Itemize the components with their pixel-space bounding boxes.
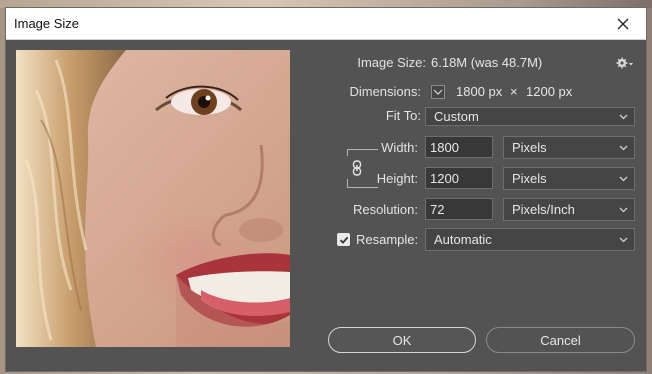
chevron-down-icon xyxy=(619,114,628,120)
resample-method-select[interactable]: Automatic xyxy=(425,228,635,251)
dimensions-height: 1200 px xyxy=(526,84,573,99)
chevron-down-icon xyxy=(619,237,628,243)
resample-method-value: Automatic xyxy=(434,232,492,247)
fit-to-value: Custom xyxy=(434,109,479,124)
close-icon xyxy=(617,18,629,29)
checkmark-icon xyxy=(339,236,348,244)
dimensions-toggle[interactable] xyxy=(431,85,445,99)
ok-button[interactable]: OK xyxy=(328,327,476,353)
height-input[interactable]: 1200 xyxy=(425,167,493,189)
dimensions-times: × xyxy=(510,84,518,99)
gear-icon[interactable] xyxy=(616,56,634,70)
close-button[interactable] xyxy=(600,8,646,39)
chevron-down-icon xyxy=(619,145,628,151)
fit-to-label: Fit To: xyxy=(385,108,421,123)
resample-label: Resample: xyxy=(356,232,419,247)
dimensions-label: Dimensions: xyxy=(349,84,421,99)
image-size-label: Image Size: xyxy=(357,55,426,70)
background-photo-strip xyxy=(0,0,652,8)
width-unit-select[interactable]: Pixels xyxy=(503,136,635,159)
fit-to-select[interactable]: Custom xyxy=(425,107,635,126)
height-label: Height: xyxy=(376,171,418,186)
chevron-down-icon xyxy=(619,207,628,213)
image-size-dialog: Image Size Image Size: 6.18M (was 48.7M)… xyxy=(6,8,646,371)
resolution-input[interactable]: 72 xyxy=(425,198,493,220)
resolution-unit-value: Pixels/Inch xyxy=(512,202,575,217)
resolution-label: Resolution: xyxy=(352,202,418,217)
image-preview[interactable] xyxy=(16,50,290,347)
image-size-value: 6.18M (was 48.7M) xyxy=(431,55,543,70)
window-title: Image Size xyxy=(14,16,80,31)
height-unit-select[interactable]: Pixels xyxy=(503,167,635,190)
resolution-unit-select[interactable]: Pixels/Inch xyxy=(503,198,635,221)
preview-image xyxy=(16,50,290,347)
dimensions-width: 1800 px xyxy=(456,84,503,99)
height-unit-value: Pixels xyxy=(512,171,547,186)
width-input[interactable]: 1800 xyxy=(425,136,493,158)
chevron-down-icon xyxy=(433,89,443,95)
chevron-down-icon xyxy=(619,176,628,182)
width-unit-value: Pixels xyxy=(512,140,547,155)
cancel-button[interactable]: Cancel xyxy=(486,327,635,353)
width-label: Width: xyxy=(381,140,418,155)
title-bar: Image Size xyxy=(6,8,646,40)
resample-checkbox[interactable] xyxy=(337,233,350,246)
